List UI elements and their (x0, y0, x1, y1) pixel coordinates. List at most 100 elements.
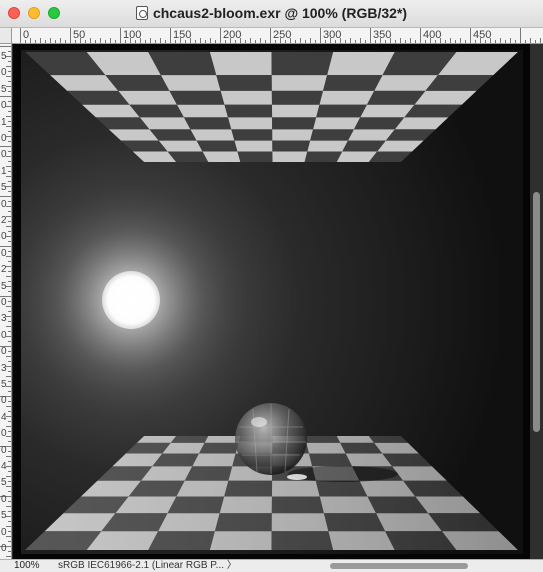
ruler-tick (8, 531, 11, 532)
ruler-label: 5 (1, 477, 7, 489)
ruler-tick (535, 40, 536, 43)
ruler-tick (250, 38, 251, 43)
ruler-tick (8, 261, 11, 262)
ruler-label: 150 (173, 29, 192, 41)
checker-tile (190, 129, 235, 141)
ruler-label: 0 (1, 346, 7, 358)
ruler-label: 450 (473, 29, 492, 41)
ruler-tick (365, 40, 366, 43)
ruler-label: 0 (1, 444, 7, 456)
ruler-tick (8, 471, 11, 472)
ruler-tick (8, 151, 11, 152)
ruler-label: 1 (1, 165, 7, 177)
ruler-tick (8, 211, 11, 212)
ruler-tick (295, 40, 296, 43)
ruler-label: 3 (1, 362, 7, 374)
ruler-tick (60, 38, 61, 43)
ruler-label: 300 (323, 29, 342, 41)
checker-tile (272, 140, 311, 152)
ruler-tick (345, 40, 346, 43)
ruler-tick (8, 171, 11, 172)
checker-tile (323, 75, 383, 91)
ruler-tick (0, 196, 11, 197)
ruler-tick (540, 38, 541, 43)
ruler-tick (65, 40, 66, 43)
chevron-right-icon[interactable]: 〉 (227, 560, 237, 571)
ruler-tick (350, 38, 351, 43)
ruler-tick (8, 401, 11, 402)
ruler-tick (8, 521, 11, 522)
checker-tile (169, 90, 225, 105)
ruler-tick (8, 391, 11, 392)
checker-tile (272, 151, 308, 162)
ruler-tick (50, 38, 51, 43)
ruler-tick (195, 40, 196, 43)
ruler-tick (400, 38, 401, 43)
ruler-tick (8, 461, 11, 462)
color-profile-label: sRGB IEC61966-2.1 (Linear RGB P... (58, 560, 225, 571)
ruler-tick (455, 40, 456, 43)
vertical-scrollbar[interactable] (530, 44, 543, 560)
ruler-tick (0, 46, 11, 47)
ruler-label: 0 (1, 329, 7, 341)
zoom-level[interactable]: 100% (14, 560, 40, 572)
ruler-tick (8, 511, 11, 512)
ruler-label: 0 (1, 526, 7, 538)
horizontal-scroll-thumb[interactable] (330, 563, 468, 569)
ruler-label: 2 (1, 264, 7, 276)
ruler-tick (510, 38, 511, 43)
ruler-tick (8, 221, 11, 222)
document-canvas[interactable] (13, 44, 530, 560)
ruler-tick (420, 28, 421, 43)
ruler-label: 5 (1, 83, 7, 95)
rendered-image (13, 44, 530, 560)
ruler-label: 5 (1, 280, 7, 292)
ruler-tick (45, 40, 46, 43)
ruler-tick (165, 40, 166, 43)
checker-tile (177, 104, 229, 118)
checker-tile (224, 104, 273, 118)
ruler-tick (6, 456, 11, 457)
ruler-tick (8, 501, 11, 502)
ruler-label: 0 (1, 395, 7, 407)
ruler-tick (55, 40, 56, 43)
checker-tile (271, 75, 328, 91)
ruler-tick (6, 276, 11, 277)
ruler-tick (8, 141, 11, 142)
ruler-tick (265, 40, 266, 43)
ruler-label: 0 (1, 297, 7, 308)
horizontal-ruler[interactable]: 0 50 100 150 200 250 300 350 400 450 (12, 28, 543, 44)
ruler-origin-corner[interactable] (0, 28, 12, 44)
ruler-label: 0 (1, 493, 7, 505)
vertical-scroll-thumb[interactable] (533, 192, 540, 432)
checker-tile (316, 104, 367, 118)
vertical-ruler[interactable]: 5 0 5 0 1 0 0 1 5 0 2 0 0 2 5 0 3 0 0 3 5 0 4 0 0 4 5 0 5 0 0 (0, 44, 12, 560)
ruler-tick (8, 311, 11, 312)
ruler-label: 0 (1, 67, 7, 79)
ruler-label: 0 (1, 133, 7, 144)
checker-tile (307, 140, 349, 152)
ruler-tick (6, 406, 11, 407)
ruler-tick (8, 351, 11, 352)
ruler-label: 3 (1, 313, 7, 325)
ruler-tick (470, 28, 471, 43)
document-icon (135, 6, 148, 20)
ruler-tick (525, 40, 526, 43)
ruler-tick (8, 251, 11, 252)
window-title-container: chcaus2-bloom.exr @ 100% (RGB/32*) (0, 5, 543, 21)
color-profile-info[interactable]: sRGB IEC61966-2.1 (Linear RGB P... 〉 (58, 560, 237, 572)
ruler-label: 50 (73, 29, 86, 41)
ruler-tick (8, 331, 11, 332)
ruler-label: 5 (1, 510, 7, 522)
ruler-tick (8, 271, 11, 272)
ruler-label: 100 (123, 29, 142, 41)
ruler-tick (355, 40, 356, 43)
ruler-tick (495, 40, 496, 43)
ruler-tick (8, 91, 11, 92)
ruler-tick (220, 28, 221, 43)
ruler-tick (530, 38, 531, 43)
checker-tile (220, 90, 272, 105)
ruler-tick (8, 381, 11, 382)
ruler-tick (155, 40, 156, 43)
ruler-tick (370, 28, 371, 43)
